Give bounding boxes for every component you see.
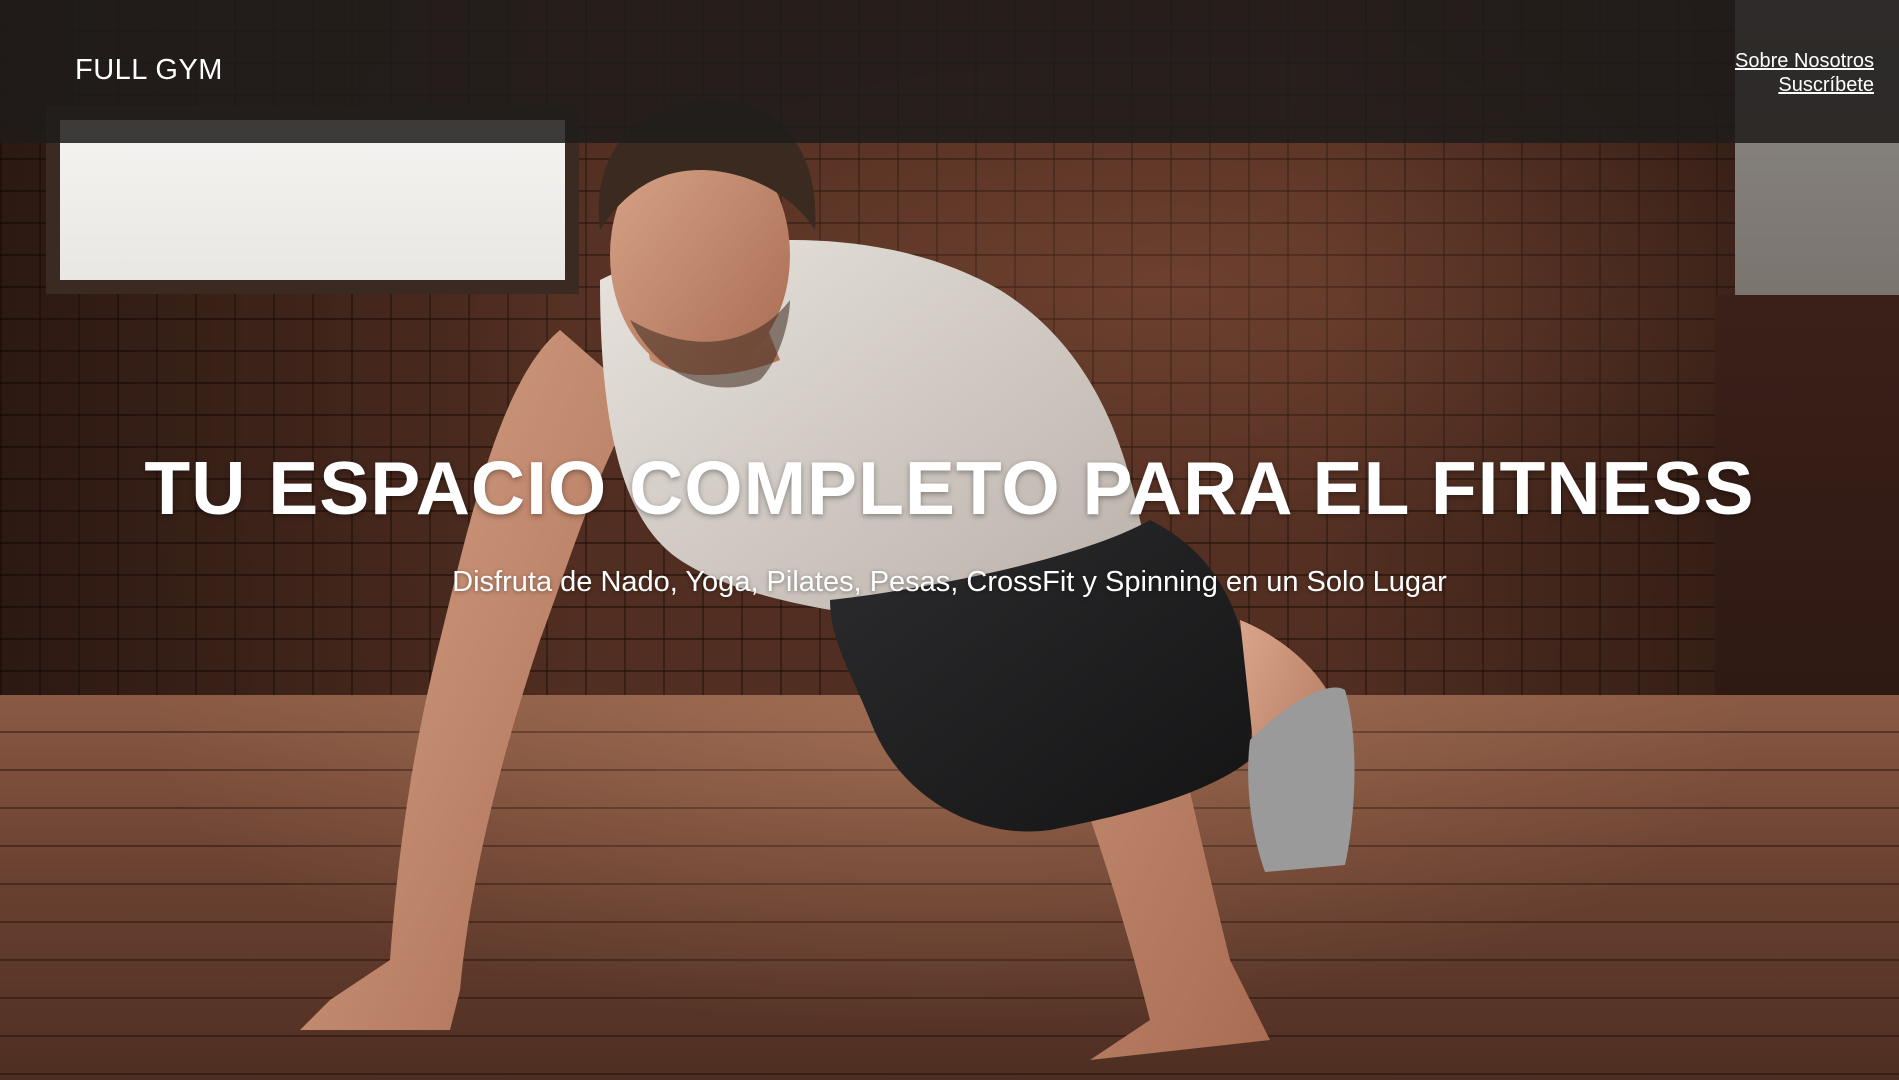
wooden-floor bbox=[0, 695, 1899, 1080]
header-nav: Sobre Nosotros Suscríbete bbox=[1735, 49, 1874, 97]
hero-subtitle: Disfruta de Nado, Yoga, Pilates, Pesas, … bbox=[452, 566, 1447, 598]
site-header: FULL GYM Sobre Nosotros Suscríbete bbox=[0, 0, 1899, 143]
hero-background-image bbox=[0, 0, 1899, 1080]
brand-logo-text[interactable]: FULL GYM bbox=[75, 54, 223, 87]
hero-title: TU ESPACIO COMPLETO PARA EL FITNESS bbox=[144, 446, 1755, 530]
window bbox=[60, 120, 565, 280]
page: FULL GYM Sobre Nosotros Suscríbete TU ES… bbox=[0, 0, 1899, 1080]
nav-link-suscribete[interactable]: Suscríbete bbox=[1735, 73, 1874, 97]
nav-link-sobre-nosotros[interactable]: Sobre Nosotros bbox=[1735, 49, 1874, 73]
